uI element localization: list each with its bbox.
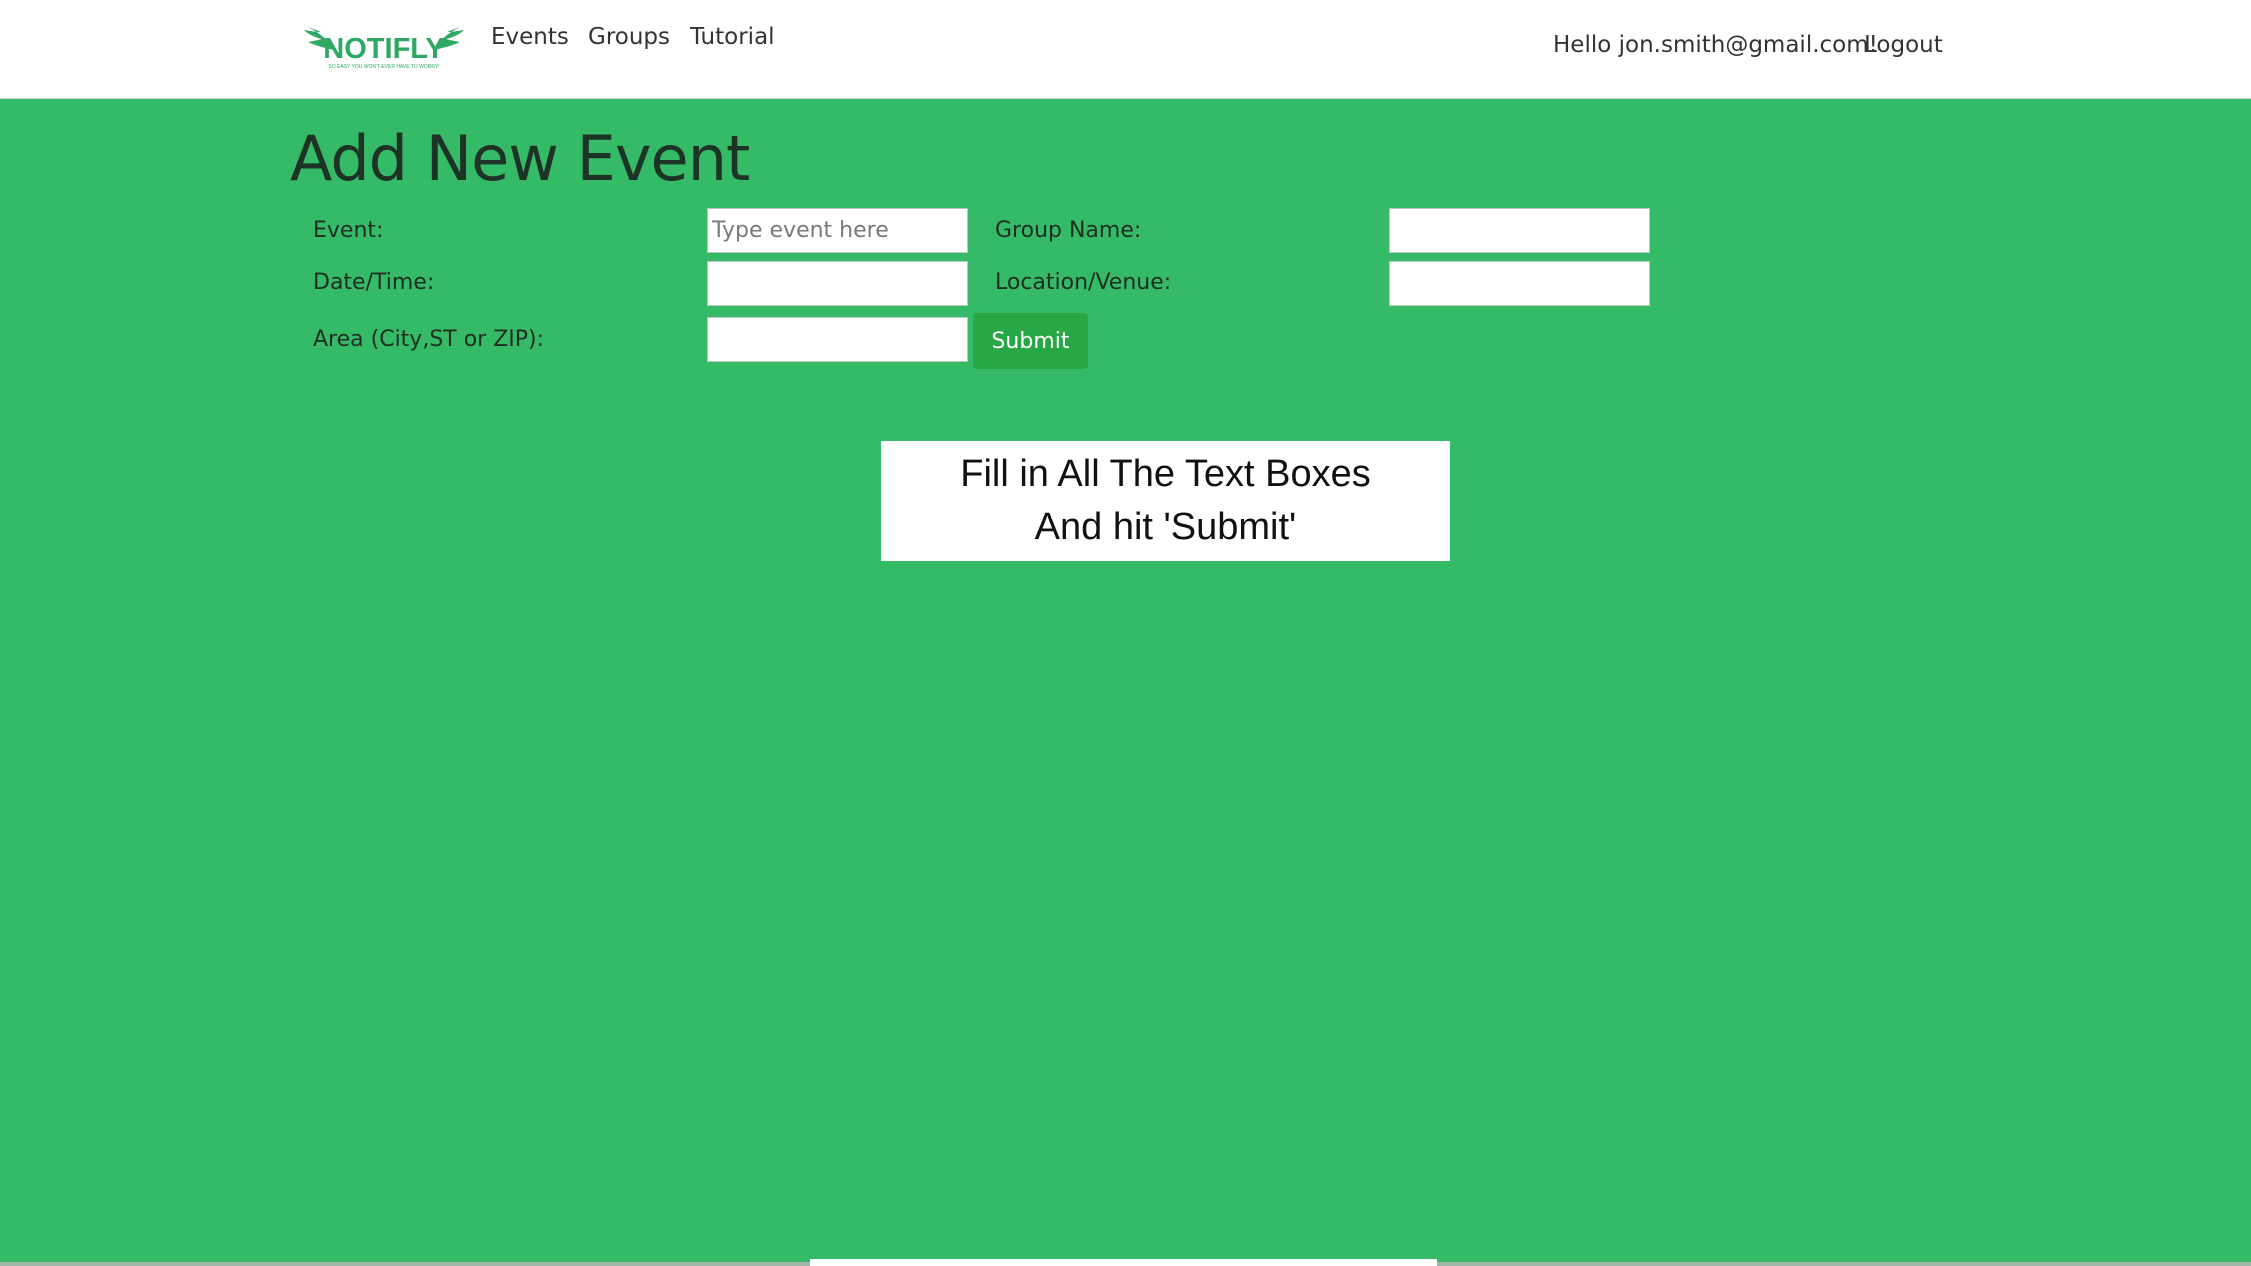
location-label: Location/Venue: — [995, 270, 1172, 295]
logout-link[interactable]: Logout — [1864, 32, 1943, 58]
user-greeting: Hello jon.smith@gmail.com! — [1553, 32, 1878, 58]
datetime-input[interactable] — [707, 261, 968, 306]
datetime-label: Date/Time: — [313, 270, 435, 295]
page-title: Add New Event — [290, 122, 750, 195]
location-input[interactable] — [1389, 261, 1650, 306]
notifly-logo[interactable]: NOTIFLY SO EASY YOU WON'T EVER HAVE TO W… — [300, 20, 468, 72]
submit-button[interactable]: Submit — [973, 313, 1088, 369]
group-name-label: Group Name: — [995, 218, 1142, 243]
logo-tagline: SO EASY YOU WON'T EVER HAVE TO WORRY! — [328, 64, 439, 70]
top-navbar: NOTIFLY SO EASY YOU WON'T EVER HAVE TO W… — [0, 0, 2251, 99]
nav-link-groups[interactable]: Groups — [588, 24, 670, 50]
logo-wordmark: NOTIFLY — [323, 33, 444, 65]
nav-link-tutorial[interactable]: Tutorial — [690, 24, 775, 50]
instruction-line-1: Fill in All The Text Boxes — [960, 453, 1371, 495]
group-name-input[interactable] — [1389, 208, 1650, 253]
footer-bar — [810, 1259, 1437, 1266]
nav-link-events[interactable]: Events — [491, 24, 569, 50]
instruction-line-2: And hit 'Submit' — [1034, 506, 1297, 548]
instruction-box: Fill in All The Text Boxes And hit 'Subm… — [881, 441, 1450, 561]
event-label: Event: — [313, 218, 384, 243]
area-input[interactable] — [707, 317, 968, 362]
event-input[interactable] — [707, 208, 968, 253]
notifly-wings-logo-icon: NOTIFLY SO EASY YOU WON'T EVER HAVE TO W… — [302, 24, 466, 70]
area-label: Area (City,ST or ZIP): — [313, 327, 545, 352]
